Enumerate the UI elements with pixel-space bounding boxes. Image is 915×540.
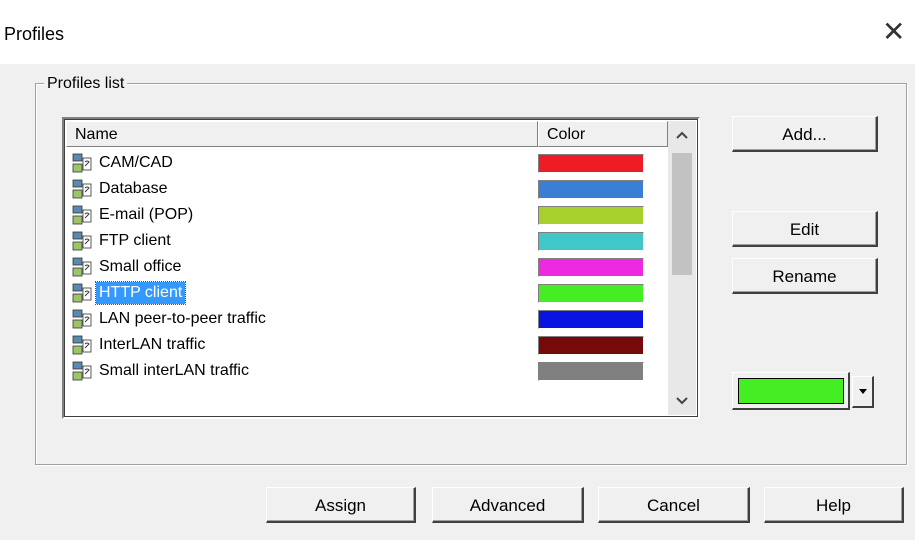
profile-name: Small interLAN traffic bbox=[99, 362, 249, 379]
profile-color-swatch bbox=[538, 180, 644, 199]
scroll-thumb[interactable] bbox=[672, 153, 692, 275]
help-button[interactable]: Help bbox=[764, 487, 904, 523]
profile-icon bbox=[72, 335, 92, 356]
color-well[interactable] bbox=[732, 372, 850, 410]
color-picker[interactable] bbox=[732, 372, 876, 410]
profile-name: CAM/CAD bbox=[99, 154, 173, 171]
group-label: Profiles list bbox=[44, 75, 128, 93]
profile-name: E-mail (POP) bbox=[99, 206, 194, 223]
profile-icon bbox=[72, 257, 92, 278]
profile-name: Small office bbox=[99, 258, 182, 275]
profile-color-swatch bbox=[538, 336, 644, 355]
list-item[interactable]: Database bbox=[66, 177, 666, 202]
list-item[interactable]: HTTP client bbox=[66, 281, 666, 306]
profile-name: LAN peer-to-peer traffic bbox=[99, 310, 266, 327]
column-header-color[interactable]: Color bbox=[538, 121, 668, 147]
list-item[interactable]: Small interLAN traffic bbox=[66, 359, 666, 384]
edit-button[interactable]: Edit bbox=[732, 211, 878, 247]
list-item[interactable]: CAM/CAD bbox=[66, 151, 666, 176]
profile-icon bbox=[72, 179, 92, 200]
profile-color-swatch bbox=[538, 284, 644, 303]
profile-icon bbox=[72, 205, 92, 226]
profile-name: InterLAN traffic bbox=[99, 336, 206, 353]
title-bar: Profiles ✕ bbox=[0, 0, 915, 64]
profile-icon bbox=[72, 309, 92, 330]
current-color-swatch bbox=[738, 378, 844, 404]
cancel-button[interactable]: Cancel bbox=[598, 487, 750, 523]
profile-color-swatch bbox=[538, 232, 644, 251]
list-item[interactable]: Small office bbox=[66, 255, 666, 280]
profiles-dialog: Profiles ✕ Profiles list Name Color CAM/… bbox=[0, 0, 915, 540]
rename-button[interactable]: Rename bbox=[732, 258, 878, 294]
profile-icon bbox=[72, 361, 92, 382]
advanced-button[interactable]: Advanced bbox=[432, 487, 584, 523]
profile-name: Database bbox=[99, 180, 168, 197]
profile-icon bbox=[72, 231, 92, 252]
assign-button[interactable]: Assign bbox=[266, 487, 416, 523]
list-header: Name Color bbox=[66, 121, 668, 149]
profile-color-swatch bbox=[538, 310, 644, 329]
profile-name: FTP client bbox=[99, 232, 171, 249]
add-button[interactable]: Add... bbox=[732, 116, 878, 152]
window-title: Profiles bbox=[4, 24, 65, 44]
profile-name: HTTP client bbox=[94, 281, 187, 305]
caret-down-icon[interactable] bbox=[852, 376, 874, 408]
chevron-up-icon[interactable] bbox=[668, 121, 696, 149]
profile-icon bbox=[72, 153, 92, 174]
column-header-name[interactable]: Name bbox=[66, 121, 538, 147]
list-item[interactable]: LAN peer-to-peer traffic bbox=[66, 307, 666, 332]
list-item[interactable]: FTP client bbox=[66, 229, 666, 254]
profile-color-swatch bbox=[538, 258, 644, 277]
profile-color-swatch bbox=[538, 154, 644, 173]
list-item[interactable]: InterLAN traffic bbox=[66, 333, 666, 358]
profile-icon bbox=[72, 283, 92, 304]
profile-color-swatch bbox=[538, 206, 644, 225]
profile-color-swatch bbox=[538, 362, 644, 381]
vertical-scrollbar[interactable] bbox=[668, 121, 696, 415]
close-icon[interactable]: ✕ bbox=[882, 18, 905, 46]
list-item[interactable]: E-mail (POP) bbox=[66, 203, 666, 228]
profiles-listbox[interactable]: Name Color CAM/CAD Database E-mail (POP) FT… bbox=[62, 117, 700, 419]
chevron-down-icon[interactable] bbox=[668, 387, 696, 415]
